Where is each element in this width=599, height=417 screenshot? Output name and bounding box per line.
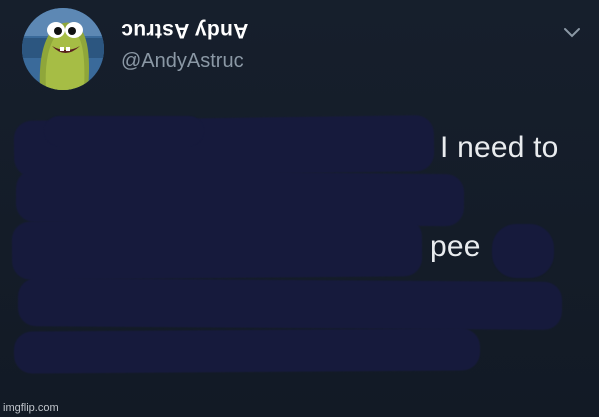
display-name-text: Andy Astruc	[121, 19, 249, 42]
display-name[interactable]: Andy Astruc	[121, 19, 249, 42]
tweet-text-line-2: pee	[430, 230, 481, 263]
user-handle[interactable]: @AndyAstruc	[121, 49, 244, 73]
watermark: imgflip.com	[3, 402, 59, 414]
avatar[interactable]	[22, 8, 104, 90]
chevron-down-icon[interactable]	[562, 26, 582, 40]
tweet-card: Andy Astruc @AndyAstruc I need to pee im…	[0, 0, 599, 417]
tweet-text-line-1: I need to	[440, 131, 559, 164]
redaction-scribble	[17, 278, 563, 330]
redaction-scribble	[44, 116, 204, 146]
redaction-scribble	[492, 224, 554, 278]
fish-avatar-icon	[22, 8, 104, 90]
redaction-scribble	[13, 328, 481, 374]
redaction-scribble	[11, 218, 423, 280]
